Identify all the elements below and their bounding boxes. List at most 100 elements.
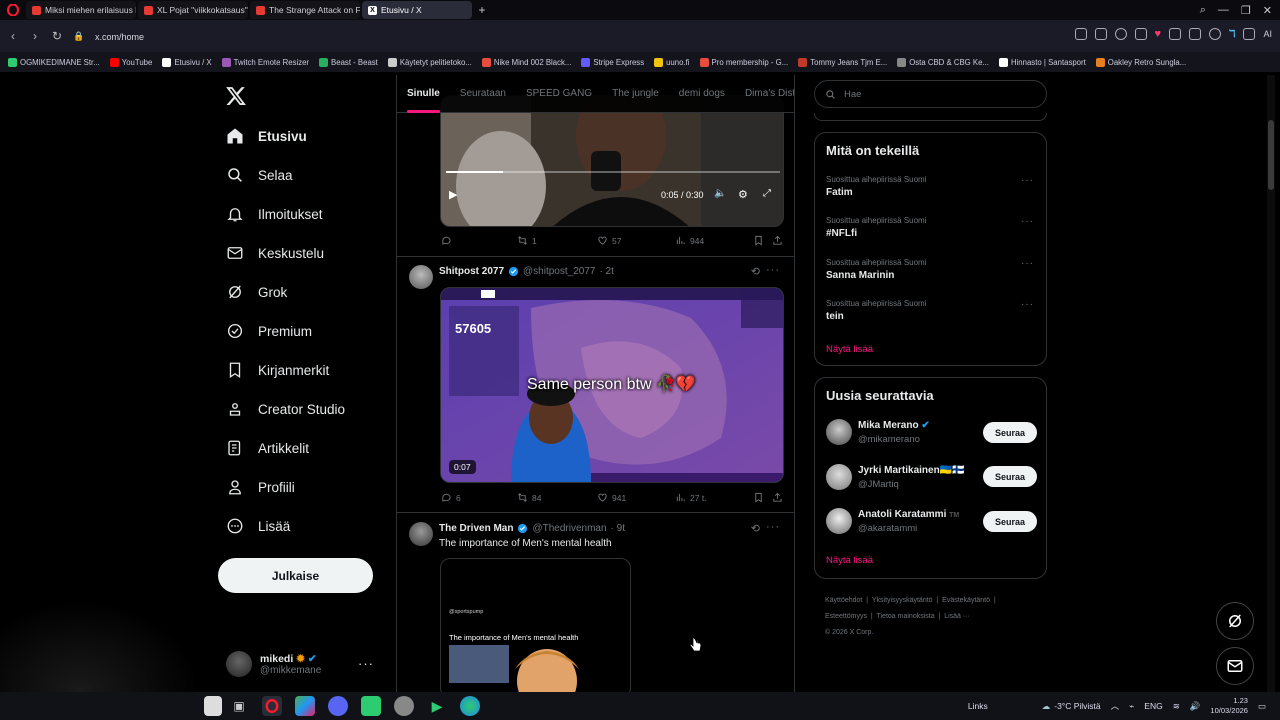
suggested-user-name[interactable]: Anatoli Karatammi TM: [858, 509, 959, 520]
page-scrollbar[interactable]: [1267, 75, 1275, 692]
post-button[interactable]: Julkaise: [218, 558, 373, 593]
close-window-button[interactable]: ✕: [1263, 4, 1272, 17]
account-switcher[interactable]: mikedi ✹ ✔ @mikkemane ···: [226, 646, 386, 682]
bookmark-button[interactable]: [753, 235, 764, 246]
speaker-icon[interactable]: 🔊: [1190, 701, 1201, 712]
retweet-button[interactable]: 1: [517, 235, 537, 246]
tweet-more-icon[interactable]: ···: [766, 264, 780, 276]
notifications-icon[interactable]: ▭: [1258, 701, 1266, 712]
tweet-author-name[interactable]: The Driven Man: [439, 523, 513, 534]
retweet-button[interactable]: 84: [517, 492, 541, 503]
bookmark[interactable]: Hinnasto | Santasport: [998, 57, 1086, 67]
menu-icon[interactable]: [1189, 28, 1202, 40]
avatar[interactable]: [409, 265, 433, 289]
trends-show-more-link[interactable]: Näytä lisää: [826, 344, 873, 355]
forward-icon[interactable]: ›: [24, 25, 46, 47]
suggested-user-name[interactable]: Mika Merano ✔: [858, 420, 930, 431]
who-show-more-link[interactable]: Näytä lisää: [826, 555, 873, 566]
fullscreen-icon[interactable]: ⤢: [763, 188, 771, 199]
weather-widget[interactable]: ☁ -3°C Pilvistä: [1042, 701, 1101, 712]
browser-tab-4[interactable]: X Etusivu / X: [362, 1, 472, 19]
discord-app-icon[interactable]: [328, 696, 348, 716]
footer-link[interactable]: Lisää ···: [944, 613, 970, 620]
reply-button[interactable]: [441, 235, 456, 246]
play-icon[interactable]: [1134, 28, 1147, 40]
sidebar-item-articles[interactable]: Artikkelit: [226, 439, 309, 457]
tab-for-you[interactable]: Sinulle: [397, 75, 450, 113]
sidebar-item-home[interactable]: Etusivu: [226, 127, 307, 145]
bookmark[interactable]: Etusivu / X: [162, 57, 212, 67]
bookmark[interactable]: Osta CBD & CBG Ke...: [897, 57, 989, 67]
sidebar-item-creator-studio[interactable]: Creator Studio: [226, 400, 345, 418]
account-more-icon[interactable]: ···: [358, 656, 374, 671]
tweet-video[interactable]: @sportspump The importance of Men's ment…: [440, 558, 631, 692]
new-tab-button[interactable]: +: [474, 2, 490, 18]
grok-icon[interactable]: ⟲: [751, 265, 760, 278]
edit-icon[interactable]: [1074, 28, 1087, 40]
account-icon[interactable]: [1209, 28, 1222, 40]
opera-app-icon[interactable]: [262, 696, 282, 716]
sidebar-item-more[interactable]: Lisää: [226, 517, 290, 535]
bookmark[interactable]: Käytetyt pelitietoko...: [387, 57, 472, 67]
grok-icon[interactable]: ⟲: [751, 522, 760, 535]
tweet-age[interactable]: · 2t: [599, 266, 613, 277]
views-button[interactable]: 27 t.: [675, 492, 707, 503]
footer-link[interactable]: Evästekäytäntö: [942, 597, 990, 604]
green-app-icon[interactable]: [361, 696, 381, 716]
task-view-icon[interactable]: ▣: [229, 696, 249, 716]
suggested-user-name[interactable]: Jyrki Martikainen🇺🇦🇫🇮: [858, 465, 965, 476]
heart-icon[interactable]: ♥: [1155, 28, 1162, 40]
shield-icon[interactable]: [1114, 28, 1127, 40]
bookmark[interactable]: Pro membership - G...: [699, 57, 788, 67]
share-button[interactable]: [772, 235, 783, 246]
footer-link[interactable]: Yksityisyyskäytäntö: [872, 597, 933, 604]
scrollbar-thumb[interactable]: [1268, 120, 1274, 190]
settings-icon[interactable]: ⚙: [738, 188, 748, 201]
trend-more-icon[interactable]: ···: [1021, 299, 1034, 310]
sidebar-item-explore[interactable]: Selaa: [226, 166, 293, 184]
bookmark[interactable]: Oakley Retro Sunglа...: [1095, 57, 1186, 67]
photos-app-icon[interactable]: [295, 696, 315, 716]
avatar[interactable]: [826, 419, 852, 445]
shield-app-icon[interactable]: [394, 696, 414, 716]
views-button[interactable]: 944: [675, 235, 704, 246]
minimize-button[interactable]: —: [1218, 4, 1229, 16]
follow-button[interactable]: Seuraa: [983, 511, 1037, 532]
tweet-author-name[interactable]: Shitpost 2077: [439, 266, 504, 277]
browser-tab-3[interactable]: The Strange Attack on Flig: [250, 1, 360, 19]
sidebar-item-premium[interactable]: Premium: [226, 322, 312, 340]
tab-following[interactable]: Seurataan: [450, 75, 516, 113]
bookmark[interactable]: Tommy Jeans Tjm E...: [798, 57, 887, 67]
download-icon[interactable]: [1169, 28, 1182, 40]
x-logo-icon[interactable]: [225, 85, 247, 107]
bookmark[interactable]: Nike Mind 002 Black...: [481, 57, 571, 67]
tab-search-icon[interactable]: ⌕: [1200, 4, 1206, 17]
footer-link[interactable]: Käyttöehdot: [825, 597, 862, 604]
bookmark[interactable]: Stripe Express: [581, 57, 644, 67]
extension-icon[interactable]: ℸ: [1229, 29, 1235, 40]
sidebar-item-profile[interactable]: Profiili: [226, 478, 295, 496]
reply-button[interactable]: 6: [441, 492, 461, 503]
tweet-video[interactable]: ▶ 0:05 / 0:30 🔈 ⚙ ⤢: [440, 95, 784, 227]
language-indicator[interactable]: ENG: [1144, 701, 1162, 711]
trend-more-icon[interactable]: ···: [1021, 175, 1034, 186]
trend-more-icon[interactable]: ···: [1021, 216, 1034, 227]
avatar[interactable]: [826, 464, 852, 490]
search-input[interactable]: Hae: [844, 89, 861, 100]
lock-icon[interactable]: 🔒: [68, 25, 90, 47]
like-button[interactable]: 941: [597, 492, 626, 503]
search-box[interactable]: Hae: [814, 80, 1047, 108]
cube-icon[interactable]: [1243, 28, 1256, 40]
tray-chevron-icon[interactable]: ︿: [1111, 700, 1120, 712]
tab-demi-dogs[interactable]: demi dogs: [669, 75, 735, 113]
browser-tab-2[interactable]: XL Pojat "viikkokatsaus" E: [138, 1, 248, 19]
sidebar-item-messages[interactable]: Keskustelu: [226, 244, 324, 262]
sidebar-item-grok[interactable]: Grok: [226, 283, 287, 301]
bookmark[interactable]: Beast - Beast: [319, 57, 378, 67]
bookmark[interactable]: Twitch Emote Resizer: [221, 57, 309, 67]
tweet-author-handle[interactable]: @Thedrivenman: [532, 523, 606, 534]
browser-tab-1[interactable]: Miksi miehen erilaisuus k: [26, 1, 136, 19]
messages-fab-button[interactable]: [1216, 647, 1254, 685]
bookmark[interactable]: uuno.fi: [654, 57, 690, 67]
footer-link[interactable]: Tietoa mainoksista: [877, 613, 935, 620]
